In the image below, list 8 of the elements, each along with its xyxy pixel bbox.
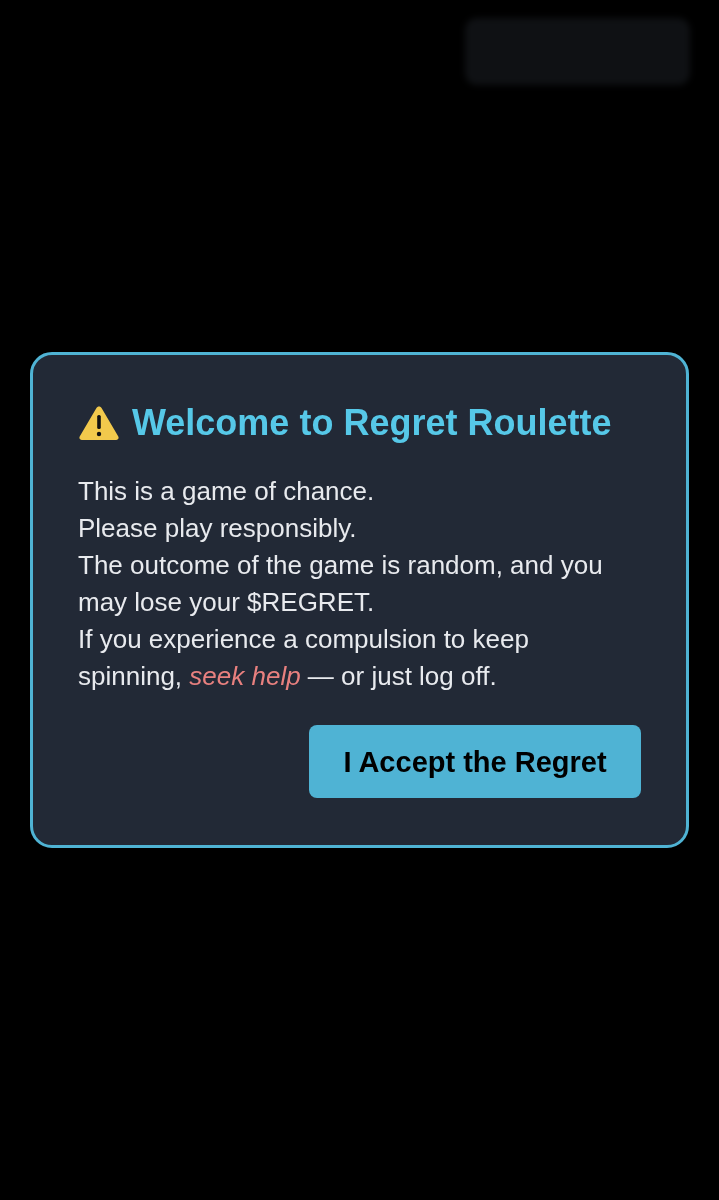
body-paragraph: This is a game of chance. [78, 475, 376, 508]
body-paragraph: Please play responsibly. [78, 512, 358, 545]
body-paragraph: The outcome of the game is random, and you may lose your $REGRET. [78, 549, 604, 619]
warning-paragraph: If you experience a compulsion to keep spinning, seek help — or just log off. [78, 623, 530, 693]
dialog-title: Welcome to Regret Roulette [132, 401, 612, 445]
accept-button[interactable]: I Accept the Regret [309, 725, 641, 798]
seek-help-link[interactable]: seek help [189, 661, 301, 691]
warning-icon [78, 405, 120, 441]
